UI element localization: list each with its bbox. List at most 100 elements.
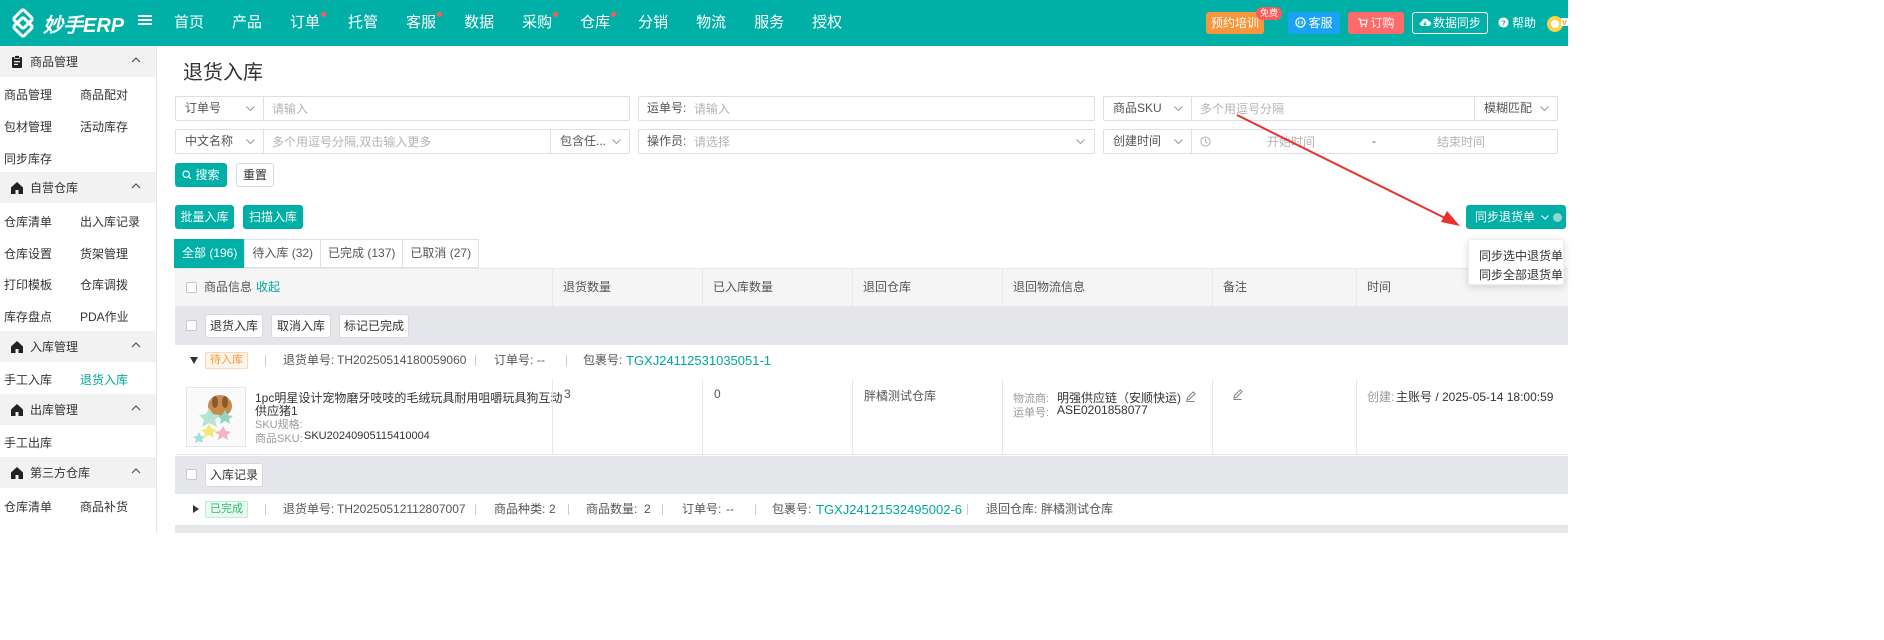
contains-mode-select[interactable]: 包含任...: [550, 130, 629, 153]
group-checkbox[interactable]: [186, 469, 197, 480]
sidebar-item-print-templates[interactable]: 打印模板: [4, 276, 52, 293]
sidebar-section-title: 自营仓库: [30, 181, 79, 195]
top-bar: 妙手ERP 首页 产品 订单 托管 客服 数据 采购 仓库 分销 物流 服务 授…: [0, 0, 1568, 46]
scan-inbound-button[interactable]: 扫描入库: [243, 205, 303, 229]
status-badge-completed: 已完成: [205, 501, 248, 518]
order-no-type-select[interactable]: 订单号: [176, 97, 264, 120]
user-avatar[interactable]: V: [1546, 14, 1568, 34]
sidebar-item-warehouse-settings[interactable]: 仓库设置: [4, 245, 52, 262]
operator-filter[interactable]: 操作员:: [638, 129, 1095, 154]
cancel-inbound-button[interactable]: 取消入库: [271, 314, 331, 338]
sku-input[interactable]: [1200, 97, 1470, 120]
edit-remark-icon[interactable]: [1232, 389, 1243, 400]
sidebar-item-return-inbound[interactable]: 退货入库: [80, 371, 128, 388]
sidebar-section-title: 第三方仓库: [30, 466, 91, 480]
reset-button[interactable]: 重置: [236, 163, 274, 187]
time-type-select[interactable]: 创建时间: [1104, 130, 1192, 153]
chevron-up-icon: [131, 468, 141, 474]
sidebar-item-stocktake[interactable]: 库存盘点: [4, 308, 52, 325]
tab-pending[interactable]: 待入库 (32): [244, 239, 322, 268]
menu-item-sync-selected[interactable]: 同步选中退货单: [1479, 247, 1563, 264]
sidebar-section-own-warehouse[interactable]: 自营仓库: [0, 172, 156, 203]
package-no-link[interactable]: TGXJ24112531035051-1: [626, 345, 771, 376]
inbound-records-button[interactable]: 入库记录: [205, 463, 263, 487]
sidebar-item-activity-stock[interactable]: 活动库存: [80, 118, 128, 135]
nav-item-services[interactable]: 服务: [740, 0, 798, 46]
waybill-input[interactable]: [694, 97, 1084, 120]
sidebar-item-packaging[interactable]: 包材管理: [4, 118, 52, 135]
nav-item-authorization[interactable]: 授权: [798, 0, 856, 46]
sidebar-item-inout-records[interactable]: 出入库记录: [80, 213, 140, 230]
select-all-checkbox[interactable]: [186, 282, 197, 293]
tab-completed[interactable]: 已完成 (137): [320, 239, 404, 268]
col-product-info: 商品信息: [204, 280, 253, 294]
sidebar-section-title: 商品管理: [30, 55, 79, 69]
tab-all[interactable]: 全部 (196): [174, 239, 246, 268]
sidebar-item-product-matching[interactable]: 商品配对: [80, 86, 128, 103]
col-remark: 备注: [1223, 280, 1248, 294]
group-bar-partial: [175, 525, 1568, 533]
data-sync-button[interactable]: 数据同步: [1412, 12, 1488, 34]
nav-item-logistics[interactable]: 物流: [682, 0, 740, 46]
subscribe-button[interactable]: 订购: [1348, 12, 1404, 34]
sidebar-section-outbound[interactable]: 出库管理: [0, 394, 156, 425]
operator-select[interactable]: [694, 130, 1064, 153]
package-no-link[interactable]: TGXJ24121532495002-6: [816, 494, 962, 525]
product-kinds-value: 2: [549, 502, 556, 516]
sidebar-item-shelf-management[interactable]: 货架管理: [80, 245, 128, 262]
menu-item-sync-all[interactable]: 同步全部退货单: [1479, 266, 1563, 283]
sidebar-item-manual-outbound[interactable]: 手工出库: [4, 434, 52, 451]
product-title-line1[interactable]: 1pc明星设计宠物磨牙吱吱的毛绒玩具耐用咀嚼玩具狗互动: [255, 389, 562, 406]
nav-item-customer-service[interactable]: 客服: [392, 0, 450, 46]
sku-type-select[interactable]: 商品SKU: [1104, 97, 1192, 120]
start-time-input[interactable]: [1216, 130, 1366, 153]
nav-item-orders[interactable]: 订单: [276, 0, 334, 46]
sidebar-item-manual-inbound[interactable]: 手工入库: [4, 371, 52, 388]
group-checkbox[interactable]: [186, 320, 197, 331]
tab-cancelled[interactable]: 已取消 (27): [402, 239, 480, 268]
nav-item-warehouse[interactable]: 仓库: [566, 0, 624, 46]
product-thumbnail[interactable]: [186, 387, 246, 447]
sidebar-section-product-management[interactable]: 商品管理: [0, 46, 156, 77]
sidebar-item-sync-stock[interactable]: 同步库存: [4, 150, 52, 167]
sidebar-item-product-management[interactable]: 商品管理: [4, 86, 52, 103]
match-mode-select[interactable]: 模糊匹配: [1474, 97, 1557, 120]
divider: [475, 355, 476, 366]
divider: [566, 355, 567, 366]
nav-item-distribution[interactable]: 分销: [624, 0, 682, 46]
sidebar-item-3pl-warehouse-list[interactable]: 仓库清单: [4, 498, 52, 515]
expand-caret-icon[interactable]: [193, 505, 199, 513]
nav-item-data[interactable]: 数据: [450, 0, 508, 46]
col-stocked-qty: 已入库数量: [713, 280, 774, 294]
sidebar-item-replenishment[interactable]: 商品补货: [80, 498, 128, 515]
sidebar-section-inbound[interactable]: 入库管理: [0, 331, 156, 362]
order-no-label: 订单号:: [682, 502, 722, 516]
sidebar-section-third-party-warehouse[interactable]: 第三方仓库: [0, 457, 156, 488]
chevron-down-icon: [1540, 106, 1549, 111]
batch-inbound-button[interactable]: 批量入库: [175, 205, 234, 229]
collapse-all-link[interactable]: 收起: [256, 269, 280, 306]
sidebar-item-warehouse-transfer[interactable]: 仓库调拨: [80, 276, 128, 293]
expand-caret-icon[interactable]: [190, 357, 198, 364]
name-input[interactable]: [272, 130, 547, 153]
menu-toggle-icon[interactable]: [138, 13, 154, 33]
svg-text:V: V: [1562, 20, 1567, 27]
nav-item-purchase[interactable]: 采购: [508, 0, 566, 46]
search-button[interactable]: 搜索: [175, 163, 227, 187]
nav-item-products[interactable]: 产品: [218, 0, 276, 46]
sidebar-item-pda[interactable]: PDA作业: [80, 308, 129, 325]
nav-item-home[interactable]: 首页: [160, 0, 218, 46]
mark-completed-button[interactable]: 标记已完成: [339, 314, 409, 338]
help-button[interactable]: ? 帮助: [1496, 12, 1538, 34]
sidebar-item-warehouse-list[interactable]: 仓库清单: [4, 213, 52, 230]
warehouse-value: 胖橘测试仓库: [864, 389, 937, 403]
customer-service-button[interactable]: 客服: [1288, 12, 1340, 34]
nav-item-hosting[interactable]: 托管: [334, 0, 392, 46]
name-type-select[interactable]: 中文名称: [176, 130, 264, 153]
order-no-input[interactable]: [272, 97, 622, 120]
brand-logo[interactable]: 妙手ERP: [8, 8, 130, 38]
end-time-input[interactable]: [1386, 130, 1536, 153]
edit-icon[interactable]: [1185, 391, 1196, 402]
return-inbound-button[interactable]: 退货入库: [205, 314, 263, 338]
sync-returns-button[interactable]: 同步退货单: [1466, 205, 1566, 229]
